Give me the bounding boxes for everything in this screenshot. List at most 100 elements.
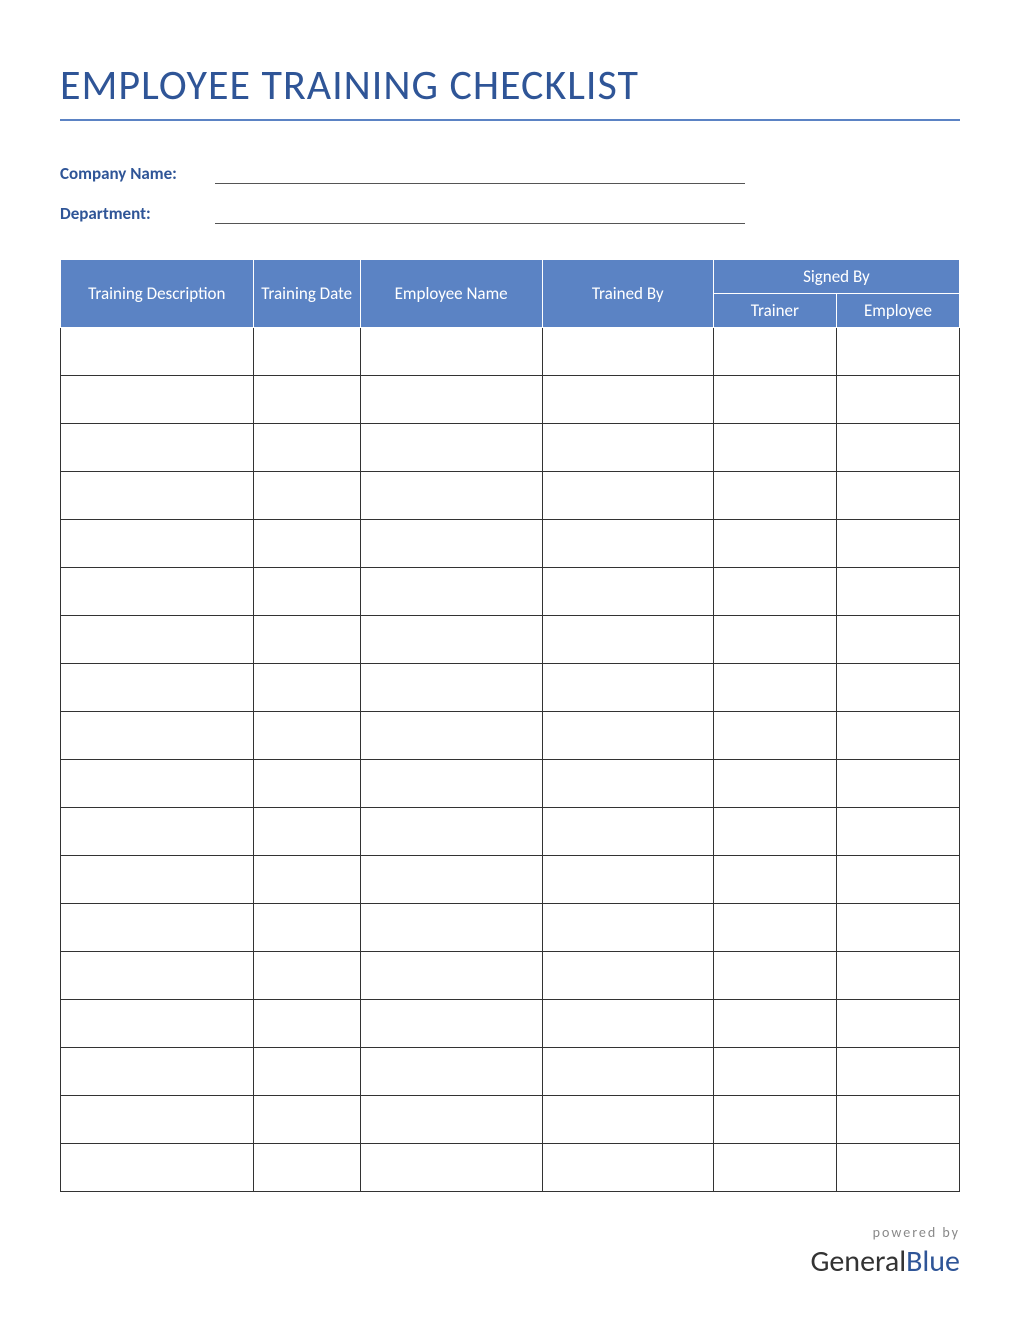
table-cell[interactable]	[542, 808, 713, 856]
table-cell[interactable]	[542, 856, 713, 904]
table-cell[interactable]	[542, 520, 713, 568]
table-cell[interactable]	[61, 424, 254, 472]
table-cell[interactable]	[713, 520, 836, 568]
table-cell[interactable]	[360, 1000, 542, 1048]
table-cell[interactable]	[713, 808, 836, 856]
table-cell[interactable]	[61, 760, 254, 808]
table-cell[interactable]	[61, 904, 254, 952]
table-cell[interactable]	[713, 1144, 836, 1192]
table-cell[interactable]	[542, 424, 713, 472]
table-cell[interactable]	[713, 952, 836, 1000]
table-cell[interactable]	[542, 904, 713, 952]
table-cell[interactable]	[61, 856, 254, 904]
table-cell[interactable]	[253, 376, 360, 424]
table-cell[interactable]	[713, 376, 836, 424]
table-cell[interactable]	[61, 712, 254, 760]
table-cell[interactable]	[360, 520, 542, 568]
table-cell[interactable]	[542, 472, 713, 520]
table-cell[interactable]	[360, 712, 542, 760]
table-cell[interactable]	[836, 904, 959, 952]
table-cell[interactable]	[360, 568, 542, 616]
table-cell[interactable]	[713, 712, 836, 760]
table-cell[interactable]	[253, 904, 360, 952]
table-cell[interactable]	[542, 1048, 713, 1096]
table-cell[interactable]	[542, 664, 713, 712]
table-cell[interactable]	[836, 760, 959, 808]
table-cell[interactable]	[713, 472, 836, 520]
table-cell[interactable]	[360, 760, 542, 808]
table-cell[interactable]	[360, 376, 542, 424]
table-cell[interactable]	[713, 568, 836, 616]
table-cell[interactable]	[61, 808, 254, 856]
table-cell[interactable]	[253, 952, 360, 1000]
table-cell[interactable]	[836, 472, 959, 520]
table-cell[interactable]	[713, 328, 836, 376]
table-cell[interactable]	[713, 664, 836, 712]
table-cell[interactable]	[253, 712, 360, 760]
table-cell[interactable]	[542, 328, 713, 376]
table-cell[interactable]	[542, 712, 713, 760]
table-cell[interactable]	[713, 1096, 836, 1144]
table-cell[interactable]	[836, 808, 959, 856]
table-cell[interactable]	[836, 520, 959, 568]
table-cell[interactable]	[360, 1048, 542, 1096]
table-cell[interactable]	[836, 1096, 959, 1144]
table-cell[interactable]	[253, 472, 360, 520]
department-input-line[interactable]	[215, 204, 745, 224]
table-cell[interactable]	[542, 952, 713, 1000]
table-cell[interactable]	[61, 1096, 254, 1144]
table-cell[interactable]	[713, 1048, 836, 1096]
table-cell[interactable]	[836, 1144, 959, 1192]
table-cell[interactable]	[542, 760, 713, 808]
table-cell[interactable]	[360, 616, 542, 664]
table-cell[interactable]	[253, 1096, 360, 1144]
table-cell[interactable]	[542, 568, 713, 616]
table-cell[interactable]	[253, 760, 360, 808]
table-cell[interactable]	[713, 424, 836, 472]
table-cell[interactable]	[836, 616, 959, 664]
table-cell[interactable]	[713, 856, 836, 904]
table-cell[interactable]	[360, 1144, 542, 1192]
table-cell[interactable]	[253, 1000, 360, 1048]
table-cell[interactable]	[253, 1144, 360, 1192]
table-cell[interactable]	[61, 952, 254, 1000]
table-cell[interactable]	[836, 568, 959, 616]
table-cell[interactable]	[542, 1144, 713, 1192]
table-cell[interactable]	[253, 664, 360, 712]
table-cell[interactable]	[253, 568, 360, 616]
table-cell[interactable]	[61, 520, 254, 568]
company-input-line[interactable]	[215, 164, 745, 184]
table-cell[interactable]	[360, 472, 542, 520]
table-cell[interactable]	[542, 1000, 713, 1048]
table-cell[interactable]	[360, 856, 542, 904]
table-cell[interactable]	[542, 1096, 713, 1144]
table-cell[interactable]	[542, 616, 713, 664]
table-cell[interactable]	[360, 1096, 542, 1144]
table-cell[interactable]	[253, 856, 360, 904]
table-cell[interactable]	[713, 1000, 836, 1048]
table-cell[interactable]	[360, 952, 542, 1000]
table-cell[interactable]	[61, 1000, 254, 1048]
table-cell[interactable]	[836, 1000, 959, 1048]
table-cell[interactable]	[253, 1048, 360, 1096]
table-cell[interactable]	[713, 904, 836, 952]
table-cell[interactable]	[61, 664, 254, 712]
table-cell[interactable]	[713, 760, 836, 808]
table-cell[interactable]	[836, 856, 959, 904]
table-cell[interactable]	[253, 520, 360, 568]
table-cell[interactable]	[253, 808, 360, 856]
table-cell[interactable]	[360, 904, 542, 952]
table-cell[interactable]	[61, 616, 254, 664]
table-cell[interactable]	[61, 568, 254, 616]
table-cell[interactable]	[61, 472, 254, 520]
table-cell[interactable]	[253, 328, 360, 376]
table-cell[interactable]	[61, 1048, 254, 1096]
table-cell[interactable]	[360, 424, 542, 472]
table-cell[interactable]	[360, 808, 542, 856]
table-cell[interactable]	[713, 616, 836, 664]
table-cell[interactable]	[253, 616, 360, 664]
table-cell[interactable]	[360, 664, 542, 712]
table-cell[interactable]	[61, 328, 254, 376]
table-cell[interactable]	[836, 952, 959, 1000]
table-cell[interactable]	[836, 712, 959, 760]
